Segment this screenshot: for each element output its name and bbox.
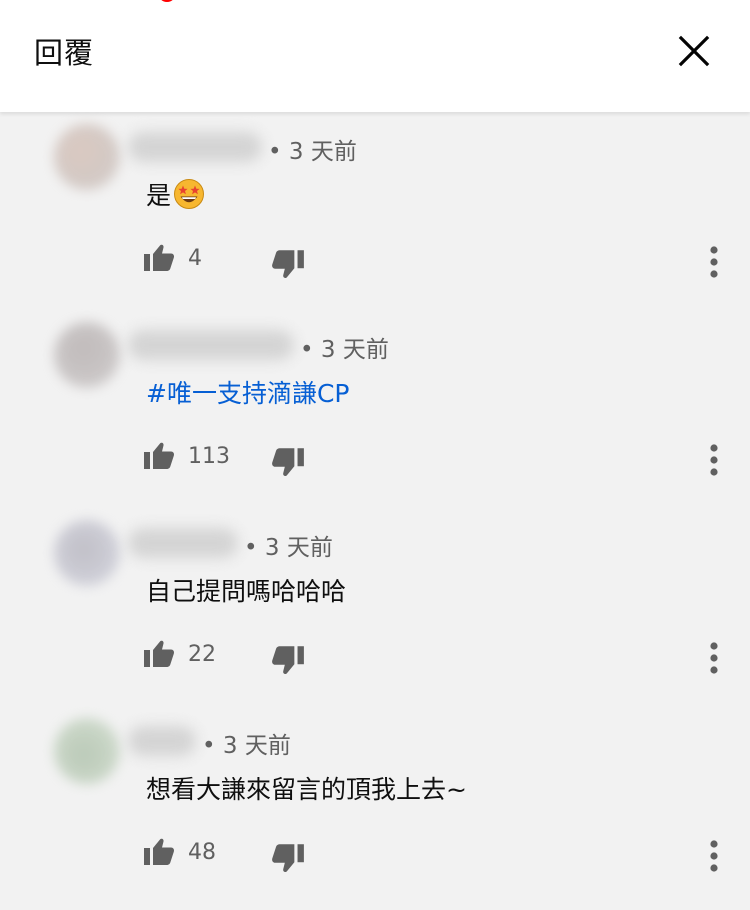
hashtag-link[interactable]: #唯一支持滴謙CP	[146, 374, 349, 410]
star-struck-emoji-icon	[174, 179, 205, 209]
more-vertical-icon	[710, 642, 718, 674]
close-button[interactable]	[670, 30, 718, 74]
comment-timestamp: • 3 天前	[268, 139, 357, 165]
panel-title: 回覆	[34, 36, 95, 70]
comment-timestamp: • 3 天前	[202, 733, 291, 759]
more-options-button[interactable]	[698, 836, 730, 876]
like-button[interactable]: 4	[142, 238, 202, 278]
thumbs-down-icon	[272, 448, 304, 476]
comment-timestamp: • 3 天前	[244, 535, 333, 561]
thumbs-up-icon	[144, 442, 175, 469]
more-options-button[interactable]	[698, 638, 730, 678]
author-name[interactable]	[128, 726, 196, 756]
comment-text: 自己提問嗎哈哈哈	[146, 577, 347, 606]
thumbs-down-icon	[272, 250, 304, 278]
comment-item: • 3 天前 想看大謙來留言的頂我上去~ 48	[0, 712, 750, 910]
comment-item: • 3 天前 是 4	[0, 118, 750, 316]
dislike-button[interactable]	[270, 642, 306, 678]
author-name[interactable]	[128, 528, 238, 558]
like-count: 113	[188, 443, 230, 469]
avatar[interactable]	[54, 124, 120, 190]
comment-item: • 3 天前 #唯一支持滴謙CP 113	[0, 316, 750, 514]
comment-timestamp: • 3 天前	[300, 337, 389, 363]
author-name[interactable]	[128, 132, 262, 162]
thumbs-up-icon	[144, 838, 175, 865]
like-button[interactable]: 22	[142, 634, 216, 674]
more-options-button[interactable]	[698, 440, 730, 480]
thumbs-down-icon	[272, 844, 304, 872]
close-icon	[678, 35, 710, 67]
more-options-button[interactable]	[698, 242, 730, 282]
more-vertical-icon	[710, 444, 718, 476]
thumbs-up-icon	[144, 640, 175, 667]
comment-text: 是	[146, 176, 205, 212]
author-name[interactable]	[128, 330, 294, 360]
like-count: 4	[188, 245, 202, 271]
comment-text: 想看大謙來留言的頂我上去~	[146, 775, 467, 804]
notification-dot	[158, 0, 176, 2]
reply-panel-header: 回覆	[0, 0, 750, 112]
like-button[interactable]: 48	[142, 832, 216, 872]
dislike-button[interactable]	[270, 444, 306, 480]
more-vertical-icon	[710, 246, 718, 278]
like-button[interactable]: 113	[142, 436, 230, 476]
comment-item: • 3 天前 自己提問嗎哈哈哈 22	[0, 514, 750, 712]
thumbs-up-icon	[144, 244, 175, 271]
like-count: 48	[188, 839, 216, 865]
dislike-button[interactable]	[270, 246, 306, 282]
thumbs-down-icon	[272, 646, 304, 674]
like-count: 22	[188, 641, 216, 667]
avatar[interactable]	[54, 520, 120, 586]
more-vertical-icon	[710, 840, 718, 872]
avatar[interactable]	[54, 322, 120, 388]
dislike-button[interactable]	[270, 840, 306, 876]
avatar[interactable]	[54, 718, 120, 784]
